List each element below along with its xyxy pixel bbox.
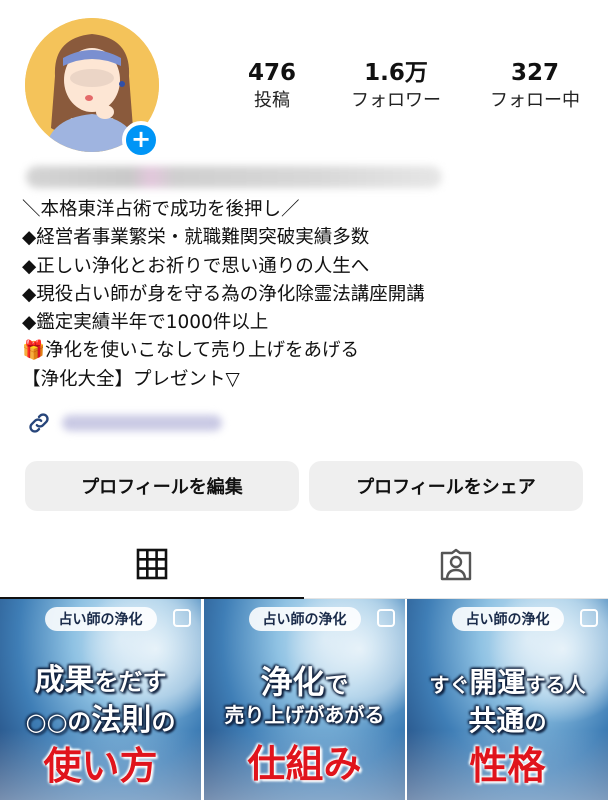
headline-text: すぐ (429, 673, 470, 697)
share-profile-button[interactable]: プロフィールをシェア (309, 461, 583, 511)
profile-stats: 476 投稿 1.6万 フォロワー 327 フォロー中 (222, 58, 602, 114)
plus-icon: + (130, 125, 152, 153)
post-thumbnail[interactable]: 占い師の浄化 すぐ開運する人 共通の 性格 (407, 599, 608, 800)
multiple-images-icon (173, 609, 191, 627)
headline-text: の (151, 707, 176, 736)
multiple-images-icon (377, 609, 395, 627)
tagged-person-icon (438, 547, 474, 587)
posts-count[interactable]: 476 投稿 (222, 58, 322, 114)
posts-grid: 占い師の浄化 成果をだす ○○の法則の 使い方 占い師の浄化 浄化で 売り上げが… (0, 599, 608, 800)
headline-text: の (524, 710, 547, 736)
posts-count-label: 投稿 (254, 90, 290, 111)
post-thumbnail[interactable]: 占い師の浄化 成果をだす ○○の法則の 使い方 (0, 599, 201, 800)
headline-text: する人 (525, 673, 586, 697)
headline-text: 浄化 (260, 663, 325, 701)
post-headline: 売り上げがあがる (224, 703, 385, 727)
headline-text: ○○の (25, 707, 92, 736)
multiple-images-icon (580, 609, 598, 627)
following-count[interactable]: 327 フォロー中 (470, 58, 600, 114)
post-tag: 占い師の浄化 (451, 607, 564, 631)
bio-line: ＼本格東洋占術で成功を後押し／ (22, 199, 300, 220)
post-headline: 使い方 (43, 743, 158, 788)
bio: ＼本格東洋占術で成功を後押し／ ◆経営者事業繁栄・就職難関突破実績多数 ◆正しい… (22, 196, 592, 394)
blurred-display-name (26, 166, 442, 188)
post-tag: 占い師の浄化 (44, 607, 157, 631)
post-headline: 仕組み (247, 741, 362, 786)
bio-line: ◆現役占い師が身を守る為の浄化除霊法講座開講 (22, 283, 425, 305)
post-headline: ○○の法則の (0, 695, 201, 739)
link-icon (24, 408, 54, 438)
headline-text: 共通 (468, 704, 525, 737)
post-headline: 浄化で (204, 657, 405, 703)
post-headline: 性格 (469, 743, 546, 788)
post-thumbnail[interactable]: 占い師の浄化 浄化で 売り上げがあがる 仕組み (204, 599, 405, 800)
edit-profile-button[interactable]: プロフィールを編集 (25, 461, 299, 511)
headline-text: 開運 (469, 666, 526, 699)
post-headline: 共通の (407, 699, 608, 739)
profile-link[interactable] (24, 408, 222, 438)
posts-count-value: 476 (247, 60, 296, 86)
bio-line: 【浄化大全】プレゼント▽ (22, 368, 240, 390)
bio-line: ◆正しい浄化とお祈りで思い通りの人生へ (22, 255, 370, 277)
tab-posts-grid[interactable] (0, 535, 304, 599)
blurred-link-url (62, 415, 222, 431)
followers-count-value: 1.6万 (364, 60, 428, 86)
tab-tagged[interactable] (304, 535, 608, 599)
grid-icon (136, 548, 168, 584)
bio-line: 🎁浄化を使いこなして売り上げをあげる (22, 340, 359, 362)
bio-line: ◆鑑定実績半年で1000件以上 (22, 312, 269, 334)
profile-tabs (0, 535, 608, 599)
add-story-button[interactable]: + (122, 121, 160, 159)
followers-count-label: フォロワー (351, 90, 441, 111)
headline-text: 成果 (34, 663, 95, 698)
profile-avatar-container[interactable]: + (25, 18, 160, 159)
followers-count[interactable]: 1.6万 フォロワー (326, 58, 466, 114)
post-headline: 成果をだす (0, 655, 201, 699)
headline-text: 法則 (91, 703, 152, 738)
following-count-label: フォロー中 (490, 90, 580, 111)
bio-line: ◆経営者事業繁栄・就職難関突破実績多数 (22, 227, 370, 249)
post-tag: 占い師の浄化 (248, 607, 361, 631)
headline-text: をだす (94, 667, 167, 696)
post-headline: すぐ開運する人 (407, 661, 608, 701)
headline-text: で (324, 670, 349, 699)
following-count-value: 327 (510, 60, 559, 86)
